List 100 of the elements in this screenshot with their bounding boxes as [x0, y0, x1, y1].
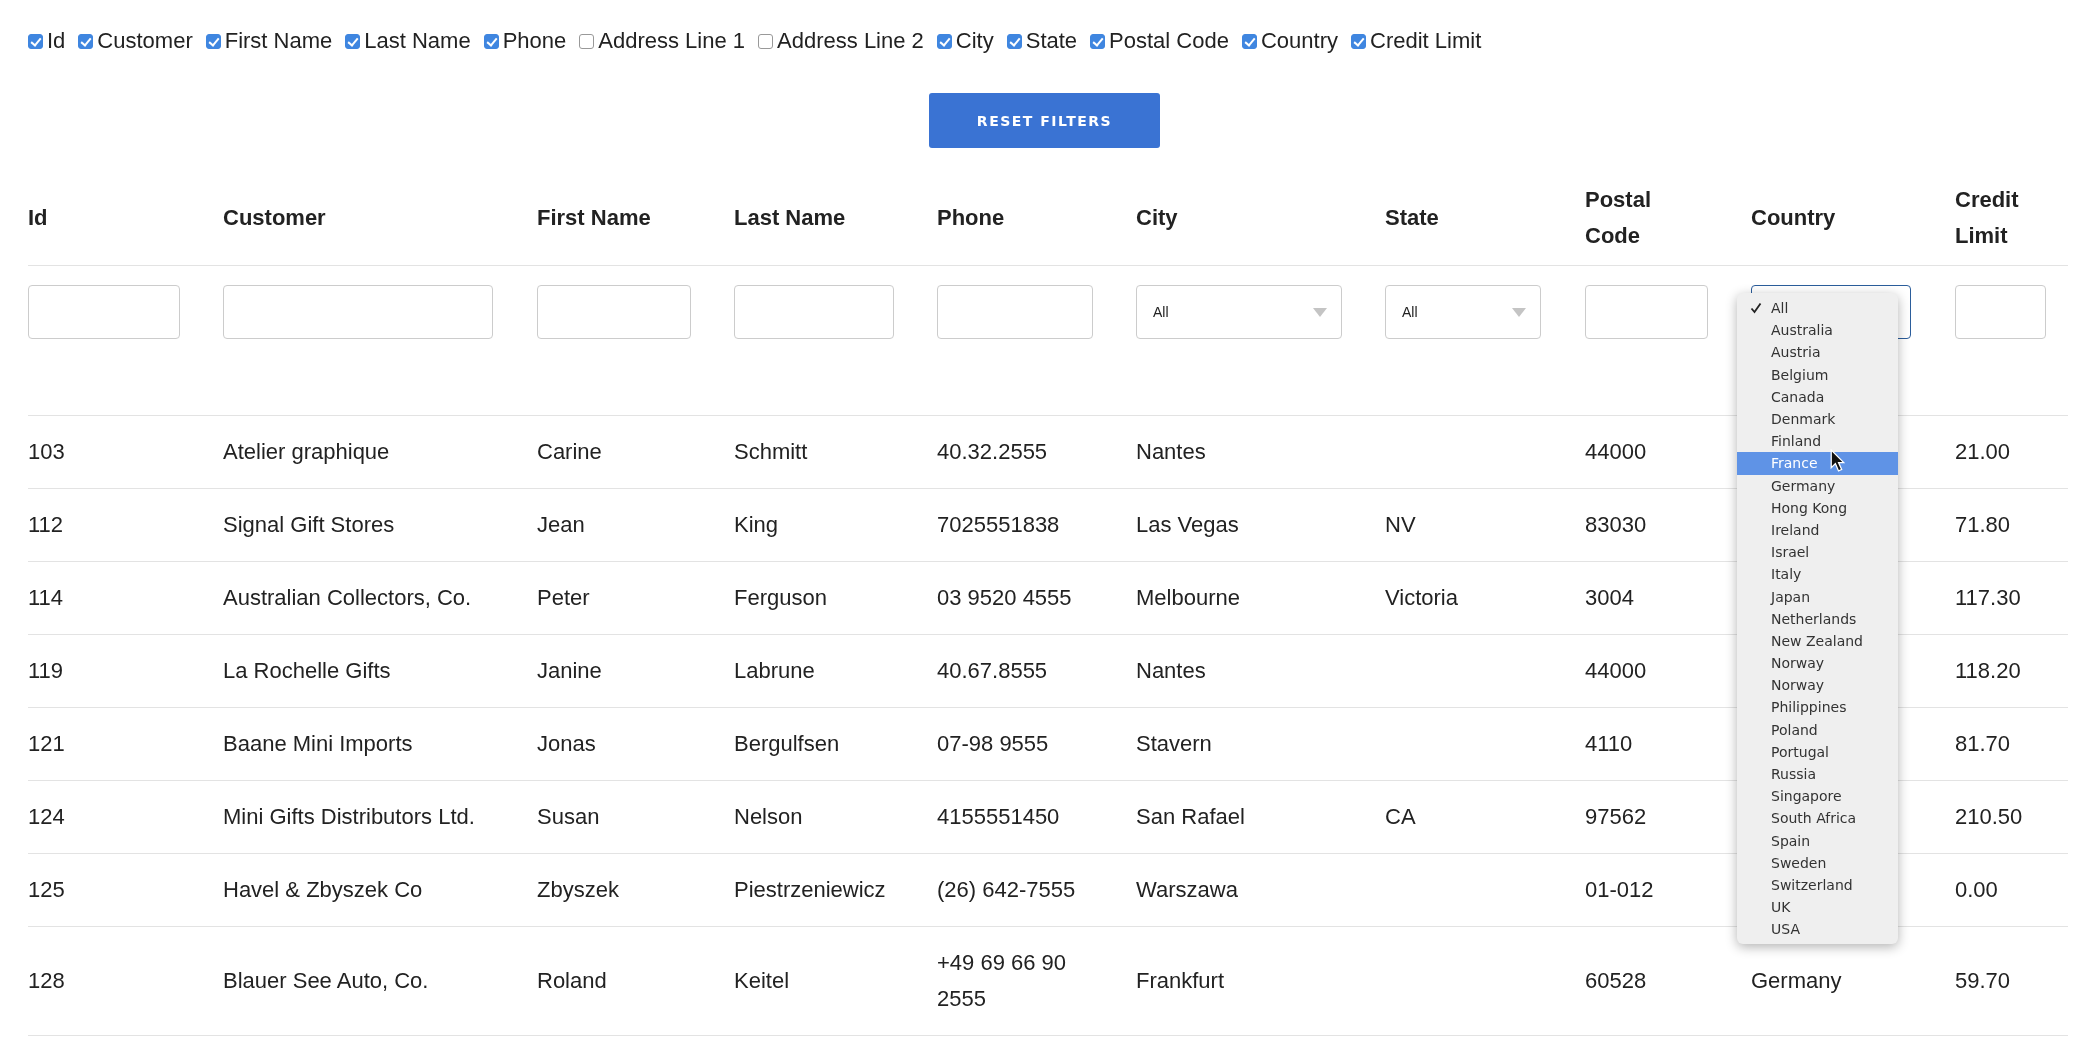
table-cell: Nantes	[1136, 439, 1206, 464]
checkbox[interactable]	[1090, 33, 1106, 49]
checkbox[interactable]	[1006, 33, 1022, 49]
table-cell: King	[734, 512, 779, 537]
checkbox[interactable]	[78, 33, 94, 49]
column-toggle[interactable]: Country	[1241, 28, 1338, 54]
table-cell: 210.50	[1955, 804, 2023, 829]
column-toggle[interactable]: Customer	[78, 28, 193, 54]
table-cell: 03 9520 4555	[937, 585, 1072, 610]
table-cell: 21.00	[1955, 439, 2011, 464]
column-toggle[interactable]: Credit Limit	[1351, 28, 1482, 54]
column-toggle[interactable]: Postal Code	[1090, 28, 1229, 54]
checkbox[interactable]	[758, 33, 774, 49]
table-cell: Nantes	[1136, 658, 1206, 683]
table-cell: Roland	[537, 968, 607, 993]
menu-option[interactable]: Israel	[1737, 541, 1898, 564]
menu-option[interactable]: UK	[1737, 896, 1898, 919]
column-toggle[interactable]: First Name	[205, 28, 333, 54]
filter-select[interactable]: All	[1385, 285, 1541, 339]
menu-option[interactable]: Italy	[1737, 563, 1898, 586]
menu-option[interactable]: Belgium	[1737, 363, 1898, 386]
checkbox[interactable]	[1241, 33, 1257, 49]
menu-option[interactable]: Finland	[1737, 430, 1898, 453]
filter-input[interactable]	[537, 285, 691, 339]
table-cell: Nelson	[734, 804, 803, 829]
menu-option[interactable]: New Zealand	[1737, 629, 1898, 652]
filter-select[interactable]: All	[1136, 285, 1342, 339]
table-cell: 44000	[1585, 439, 1647, 464]
table-cell: Susan	[537, 804, 600, 829]
menu-option[interactable]: Poland	[1737, 718, 1898, 741]
menu-option[interactable]: Sweden	[1737, 851, 1898, 874]
table-cell: 71.80	[1955, 512, 2011, 537]
menu-option[interactable]: Hong Kong	[1737, 496, 1898, 519]
checkbox[interactable]	[483, 33, 499, 49]
table-cell: NV	[1385, 512, 1416, 537]
table-cell: +49 69 66 90 2555	[937, 950, 1067, 1011]
table-cell: Mini Gifts Distributors Ltd.	[223, 804, 475, 829]
menu-option[interactable]: USA	[1737, 918, 1898, 941]
checkbox[interactable]	[345, 33, 361, 49]
filter-input[interactable]	[734, 285, 894, 339]
table-cell: 83030	[1585, 512, 1647, 537]
menu-option[interactable]: Russia	[1737, 762, 1898, 786]
table-cell: (26) 642-7555	[937, 877, 1076, 902]
menu-option[interactable]: Austria	[1737, 341, 1898, 364]
checkbox[interactable]	[28, 33, 43, 49]
filter-input[interactable]	[937, 285, 1093, 339]
table-cell: Bergulfsen	[734, 731, 840, 756]
table-cell: Stavern	[1136, 731, 1212, 756]
filter-input[interactable]	[223, 285, 493, 339]
table-cell: Zbyszek	[537, 877, 619, 902]
menu-option[interactable]: Spain	[1737, 829, 1898, 852]
menu-option[interactable]: Norway	[1737, 652, 1898, 675]
table-cell: Havel & Zbyszek Co	[223, 877, 423, 902]
table-cell: Piestrzeniewicz	[734, 877, 886, 902]
table-cell: Keitel	[734, 968, 790, 993]
checkbox[interactable]	[936, 33, 952, 49]
column-header: City	[1136, 203, 1178, 232]
filter-input[interactable]	[28, 285, 180, 339]
menu-option[interactable]: Germany	[1737, 474, 1898, 497]
menu-option[interactable]: Ireland	[1737, 518, 1898, 542]
column-header: Last Name	[734, 203, 846, 232]
checkbox[interactable]	[205, 33, 221, 49]
filter-input[interactable]	[1955, 285, 2046, 339]
menu-option[interactable]: Japan	[1737, 585, 1898, 608]
menu-option[interactable]: Portugal	[1737, 740, 1898, 763]
checkbox[interactable]	[1351, 33, 1366, 49]
menu-option[interactable]: Norway	[1737, 674, 1898, 697]
menu-option[interactable]: Denmark	[1737, 407, 1898, 431]
table-cell: 40.32.2555	[937, 439, 1048, 464]
column-toggle[interactable]: Phone	[483, 28, 567, 54]
menu-option[interactable]: Switzerland	[1737, 873, 1898, 897]
column-toggle[interactable]: Last Name	[345, 28, 471, 54]
menu-option[interactable]: All	[1737, 297, 1898, 320]
menu-option[interactable]: Singapore	[1737, 785, 1898, 808]
column-header: Postal Code	[1585, 185, 1653, 250]
table-cell: 7025551838	[937, 512, 1060, 537]
table-cell: 128	[28, 968, 65, 993]
column-header: Country	[1751, 203, 1836, 232]
column-toggle[interactable]: Address Line 2	[758, 28, 924, 54]
table-cell: Ferguson	[734, 585, 827, 610]
menu-option[interactable]: Australia	[1737, 319, 1898, 342]
table-cell: Janine	[537, 658, 602, 683]
table-cell: 4110	[1585, 731, 1633, 756]
column-toggle[interactable]: Address Line 1	[579, 28, 746, 54]
column-toggle[interactable]: City	[936, 28, 994, 54]
table-cell: Victoria	[1385, 585, 1458, 610]
table-cell: Labrune	[734, 658, 815, 683]
reset-filters-button[interactable]: RESET FILTERS	[929, 93, 1160, 148]
table-cell: 124	[28, 804, 65, 829]
column-toggle[interactable]: State	[1006, 28, 1078, 54]
column-toggle[interactable]: Id	[28, 28, 66, 54]
menu-option[interactable]: South Africa	[1737, 807, 1898, 830]
table-cell: Jean	[537, 512, 585, 537]
menu-option[interactable]: Philippines	[1737, 696, 1898, 719]
menu-option[interactable]: Canada	[1737, 385, 1898, 408]
menu-option[interactable]: Netherlands	[1737, 607, 1898, 630]
table-cell: Frankfurt	[1136, 968, 1225, 993]
checkbox[interactable]	[579, 33, 595, 49]
table-cell: 3004	[1585, 585, 1634, 610]
filter-input[interactable]	[1585, 285, 1708, 339]
